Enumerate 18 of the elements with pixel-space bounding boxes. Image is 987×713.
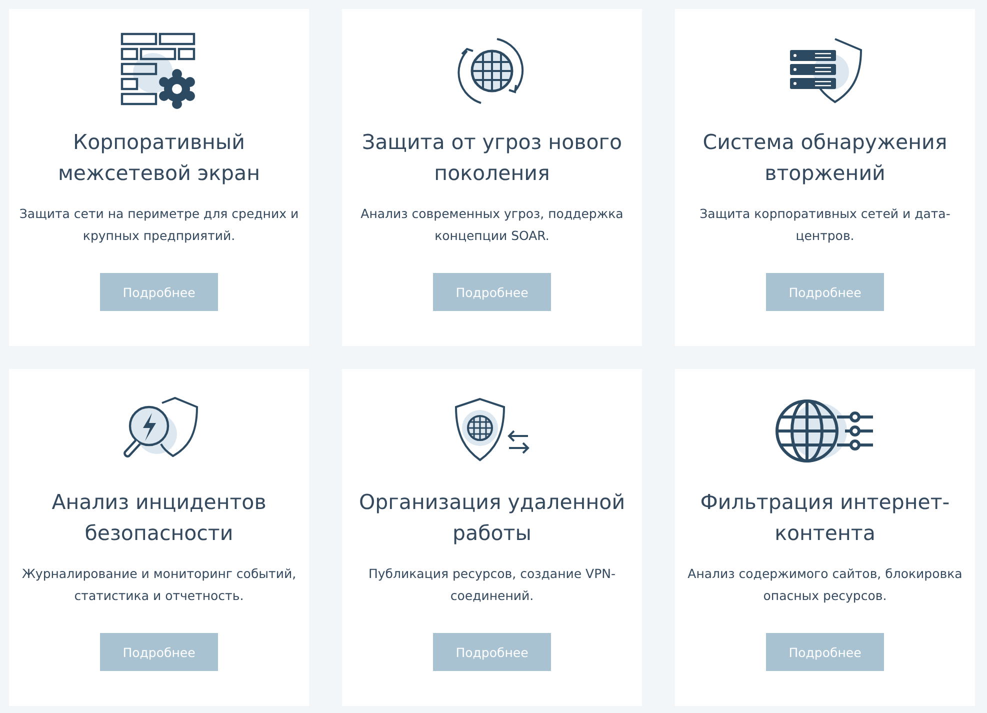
card-description: Анализ содержимого сайтов, блокировка опасных ресурсов. [686, 565, 964, 605]
card-description: Публикация ресурсов, создание VPN-соединений. [368, 565, 616, 605]
card-title: Система обнаружения вторжений [702, 129, 948, 187]
details-button[interactable]: Подробнее [100, 273, 218, 311]
details-button[interactable]: Подробнее [433, 633, 551, 671]
card-title: Фильтрация интернет-контента [699, 489, 951, 547]
card-title: Защита от угроз нового поколения [360, 129, 624, 187]
details-button[interactable]: Подробнее [100, 633, 218, 671]
details-button[interactable]: Подробнее [766, 273, 884, 311]
details-button[interactable]: Подробнее [433, 273, 551, 311]
card-description: Анализ современных угроз, поддержка концепции SOAR. [360, 205, 624, 245]
card-title: Анализ инцидентов безопасности [50, 489, 268, 547]
card-description: Защита сети на периметре для средних и крупных предприятий. [19, 205, 299, 245]
card-title: Корпоративный межсетевой экран [56, 129, 262, 187]
card-description: Защита корпоративных сетей и дата-центров. [698, 205, 952, 245]
card-title: Организация удаленной работы [358, 489, 626, 547]
card-description: Журналирование и мониторинг событий, статистика и отчетность. [20, 565, 298, 605]
details-button[interactable]: Подробнее [766, 633, 884, 671]
